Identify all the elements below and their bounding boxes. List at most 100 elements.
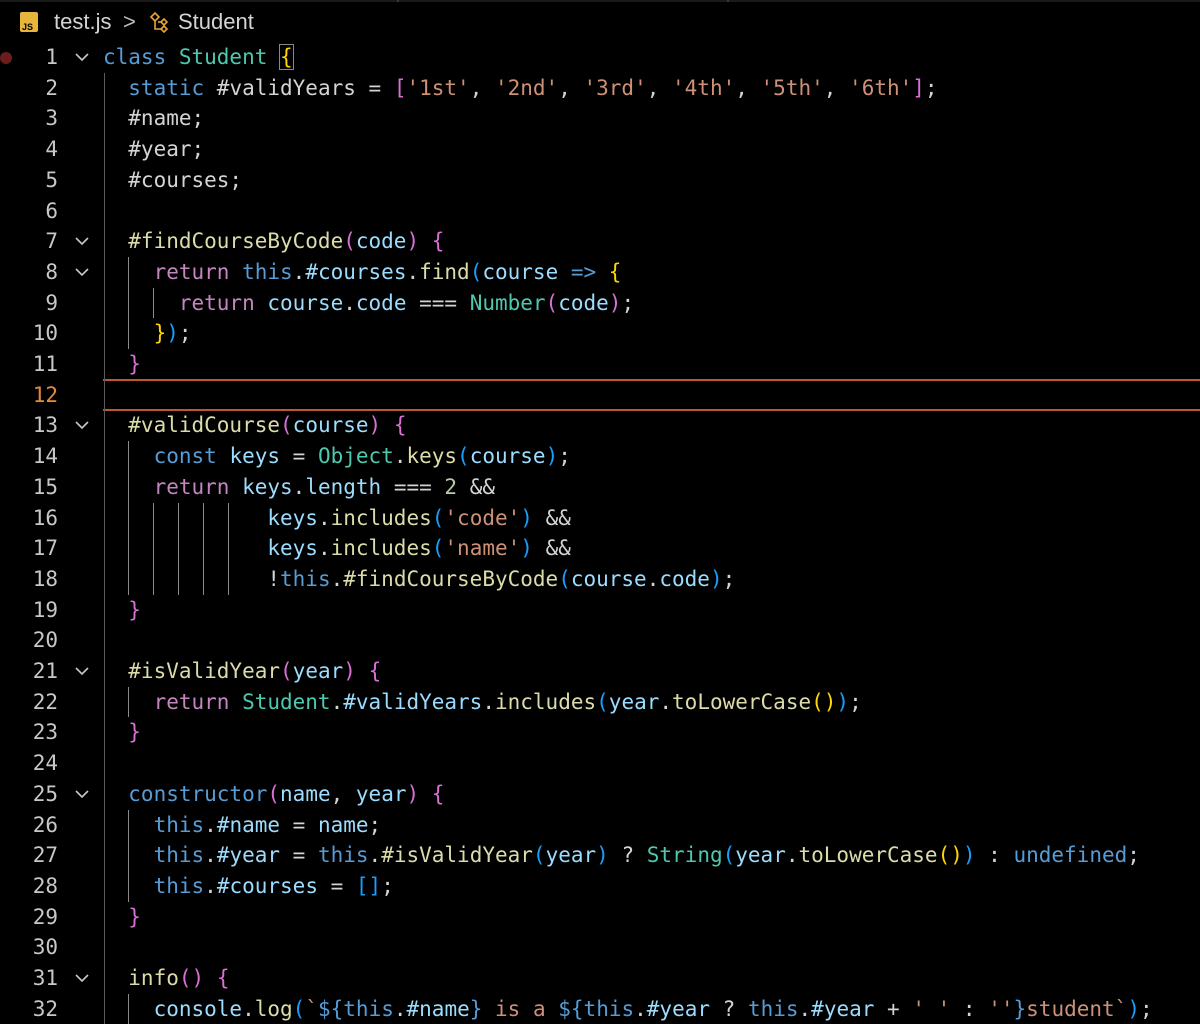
breadcrumb-symbol[interactable]: Student (178, 8, 254, 36)
chevron-down-icon[interactable] (74, 664, 90, 678)
line-number[interactable]: 8 (0, 257, 58, 288)
code-line[interactable]: 16 keys.includes('code') && (0, 503, 1200, 534)
code-text[interactable]: }); (103, 318, 192, 349)
line-number[interactable]: 19 (0, 595, 58, 626)
line-number[interactable]: 17 (0, 533, 58, 564)
line-number[interactable]: 15 (0, 472, 58, 503)
line-number[interactable]: 22 (0, 687, 58, 718)
chevron-down-icon[interactable] (74, 971, 90, 985)
code-line[interactable]: 23 } (0, 717, 1200, 748)
code-text[interactable]: return this.#courses.find(course => { (103, 257, 622, 288)
breakpoint-dot-icon[interactable] (0, 52, 12, 64)
code-line[interactable]: 21 #isValidYear(year) { (0, 656, 1200, 687)
code-line[interactable]: 12 (0, 380, 1200, 411)
code-line[interactable]: 13 #validCourse(course) { (0, 410, 1200, 441)
chevron-down-icon[interactable] (74, 234, 90, 248)
code-text[interactable]: #courses; (103, 165, 242, 196)
code-line[interactable]: 6 (0, 196, 1200, 227)
code-line[interactable]: 14 const keys = Object.keys(course); (0, 441, 1200, 472)
code-line[interactable]: 15 return keys.length === 2 && (0, 472, 1200, 503)
line-number[interactable]: 7 (0, 226, 58, 257)
code-text[interactable]: #name; (103, 103, 204, 134)
code-text[interactable]: keys.includes('name') && (103, 533, 571, 564)
line-number[interactable]: 29 (0, 902, 58, 933)
code-text[interactable]: this.#name = name; (103, 810, 382, 841)
code-line[interactable]: 10 }); (0, 318, 1200, 349)
code-text[interactable]: !this.#findCourseByCode(course.code); (103, 564, 735, 595)
code-line[interactable]: 17 keys.includes('name') && (0, 533, 1200, 564)
line-number[interactable]: 32 (0, 994, 58, 1024)
code-text[interactable]: } (103, 717, 141, 748)
code-text[interactable]: constructor(name, year) { (103, 779, 444, 810)
code-text[interactable]: return Student.#validYears.includes(year… (103, 687, 862, 718)
code-text[interactable]: #findCourseByCode(code) { (103, 226, 444, 257)
code-line[interactable]: 8 return this.#courses.find(course => { (0, 257, 1200, 288)
code-text[interactable]: return keys.length === 2 && (103, 472, 495, 503)
line-number[interactable]: 21 (0, 656, 58, 687)
code-line[interactable]: 5 #courses; (0, 165, 1200, 196)
line-number[interactable]: 10 (0, 318, 58, 349)
chevron-down-icon[interactable] (74, 787, 90, 801)
code-line[interactable]: 32 console.log(`${this.#name} is a ${thi… (0, 994, 1200, 1024)
code-text[interactable]: #validCourse(course) { (103, 410, 406, 441)
line-number[interactable]: 26 (0, 810, 58, 841)
chevron-down-icon[interactable] (74, 418, 90, 432)
line-number[interactable]: 31 (0, 963, 58, 994)
line-number[interactable]: 20 (0, 625, 58, 656)
code-line[interactable]: 29 } (0, 902, 1200, 933)
code-text[interactable]: } (103, 349, 141, 380)
line-number[interactable]: 28 (0, 871, 58, 902)
code-text[interactable]: this.#courses = []; (103, 871, 394, 902)
code-line[interactable]: 26 this.#name = name; (0, 810, 1200, 841)
code-text[interactable]: console.log(`${this.#name} is a ${this.#… (103, 994, 1153, 1024)
line-number[interactable]: 9 (0, 288, 58, 319)
code-line[interactable]: 19 } (0, 595, 1200, 626)
line-number[interactable]: 6 (0, 196, 58, 227)
code-text[interactable]: const keys = Object.keys(course); (103, 441, 571, 472)
code-text[interactable]: class Student { (103, 42, 294, 73)
code-line[interactable]: 31 info() { (0, 963, 1200, 994)
line-number[interactable]: 4 (0, 134, 58, 165)
code-line[interactable]: 11 } (0, 349, 1200, 380)
code-text[interactable]: #year; (103, 134, 204, 165)
line-number[interactable]: 14 (0, 441, 58, 472)
code-line[interactable]: 28 this.#courses = []; (0, 871, 1200, 902)
code-text[interactable]: } (103, 595, 141, 626)
code-text[interactable]: return course.code === Number(code); (103, 288, 634, 319)
code-text[interactable]: #isValidYear(year) { (103, 656, 381, 687)
breadcrumb-file[interactable]: test.js (54, 8, 111, 36)
line-number[interactable]: 30 (0, 932, 58, 963)
code-line[interactable]: 24 (0, 748, 1200, 779)
code-line[interactable]: 4 #year; (0, 134, 1200, 165)
code-editor[interactable]: 1 class Student {2 static #validYears = [… (0, 42, 1200, 1024)
code-line[interactable]: 30 (0, 932, 1200, 963)
code-text[interactable]: info() { (103, 963, 229, 994)
line-number[interactable]: 12 (0, 380, 58, 411)
code-text[interactable]: } (103, 902, 141, 933)
line-number[interactable]: 3 (0, 103, 58, 134)
line-number[interactable]: 2 (0, 73, 58, 104)
line-number[interactable]: 16 (0, 503, 58, 534)
chevron-down-icon[interactable] (74, 265, 90, 279)
code-text[interactable]: static #validYears = ['1st', '2nd', '3rd… (103, 73, 937, 104)
line-number[interactable]: 27 (0, 840, 58, 871)
chevron-down-icon[interactable] (74, 50, 90, 64)
line-number[interactable]: 24 (0, 748, 58, 779)
code-line[interactable]: 22 return Student.#validYears.includes(y… (0, 687, 1200, 718)
line-number[interactable]: 13 (0, 410, 58, 441)
line-number[interactable]: 25 (0, 779, 58, 810)
code-line[interactable]: 20 (0, 625, 1200, 656)
line-number[interactable]: 11 (0, 349, 58, 380)
code-line[interactable]: 2 static #validYears = ['1st', '2nd', '3… (0, 73, 1200, 104)
code-line[interactable]: 18 !this.#findCourseByCode(course.code); (0, 564, 1200, 595)
line-number[interactable]: 5 (0, 165, 58, 196)
line-number[interactable]: 18 (0, 564, 58, 595)
code-text[interactable]: keys.includes('code') && (103, 503, 571, 534)
code-line[interactable]: 25 constructor(name, year) { (0, 779, 1200, 810)
code-text[interactable]: this.#year = this.#isValidYear(year) ? S… (103, 840, 1140, 871)
code-line[interactable]: 9 return course.code === Number(code); (0, 288, 1200, 319)
code-line[interactable]: 27 this.#year = this.#isValidYear(year) … (0, 840, 1200, 871)
code-line[interactable]: 1 class Student { (0, 42, 1200, 73)
code-line[interactable]: 7 #findCourseByCode(code) { (0, 226, 1200, 257)
line-number[interactable]: 23 (0, 717, 58, 748)
